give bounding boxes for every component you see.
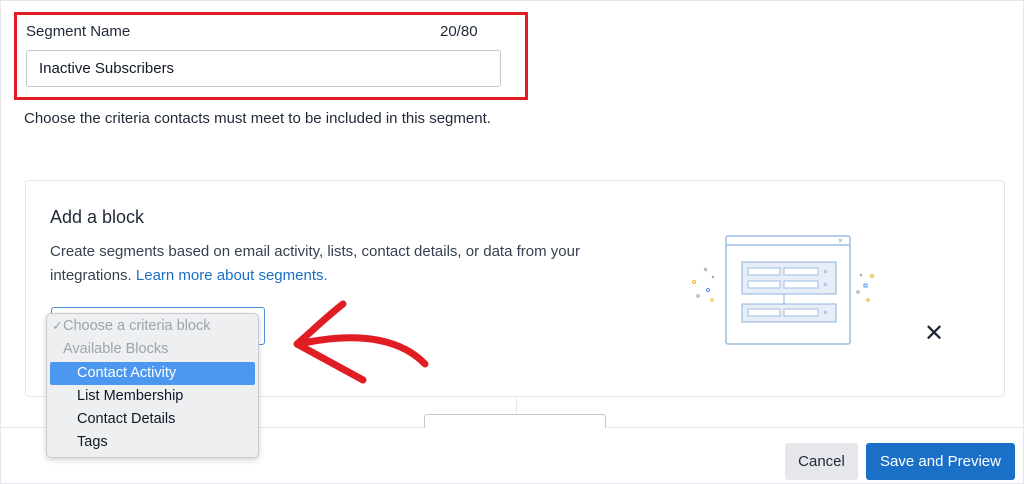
checkmark-icon: ✓ xyxy=(52,318,63,333)
dropdown-option-tags[interactable]: Tags xyxy=(50,431,255,454)
save-and-preview-button[interactable]: Save and Preview xyxy=(866,443,1015,480)
close-icon[interactable]: ✕ xyxy=(924,322,944,346)
segment-builder-illustration xyxy=(692,235,874,345)
dropdown-group-label: Available Blocks xyxy=(63,341,169,357)
dropdown-option-contact-details[interactable]: Contact Details xyxy=(50,408,255,431)
segment-name-input[interactable] xyxy=(26,50,501,87)
segment-name-char-count: 20/80 xyxy=(440,23,478,40)
cancel-button[interactable]: Cancel xyxy=(785,443,858,480)
add-block-description-text: integrations. xyxy=(50,267,132,284)
add-block-title: Add a block xyxy=(50,207,145,227)
add-block-description-line2: integrations. Learn more about segments. xyxy=(50,267,328,284)
add-block-button-partial[interactable] xyxy=(424,414,606,428)
dropdown-option-list-membership[interactable]: List Membership xyxy=(50,385,255,408)
red-arrow-annotation xyxy=(293,300,429,384)
dropdown-placeholder-option: Choose a criteria block xyxy=(63,318,211,334)
add-block-description: Create segments based on email activity,… xyxy=(50,243,580,260)
criteria-helper-text: Choose the criteria contacts must meet t… xyxy=(24,110,491,127)
learn-more-segments-link[interactable]: Learn more about segments. xyxy=(136,267,328,284)
dropdown-option-contact-activity[interactable]: Contact Activity xyxy=(50,362,255,385)
segment-name-label: Segment Name xyxy=(26,23,131,40)
